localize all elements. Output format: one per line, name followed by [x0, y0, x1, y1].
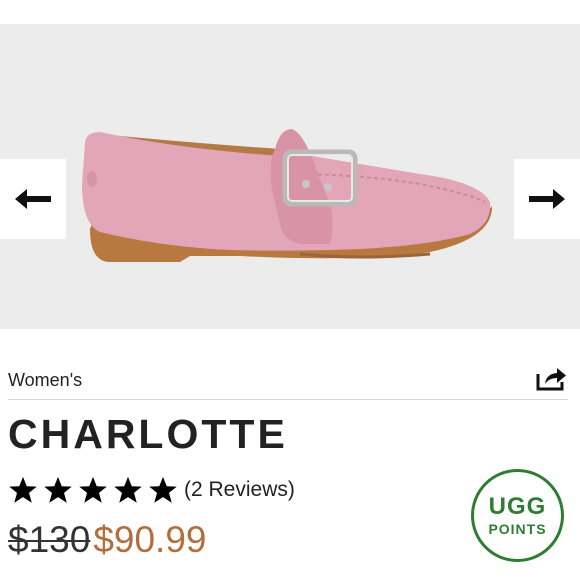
reviews-link[interactable]: (2 Reviews) [184, 478, 295, 502]
previous-image-button[interactable] [0, 159, 66, 239]
star-icon [44, 476, 72, 503]
arrow-right-icon [529, 189, 565, 209]
points-badge-line2: POINTS [488, 521, 547, 538]
arrow-left-icon [15, 189, 51, 209]
sale-price: $90.99 [93, 519, 207, 560]
points-badge-line1: UGG [488, 492, 547, 520]
share-icon [536, 368, 566, 391]
divider [8, 399, 568, 400]
star-icon [149, 476, 177, 503]
product-image-carousel[interactable] [0, 24, 580, 329]
share-button[interactable] [535, 364, 569, 392]
star-icon [9, 476, 37, 503]
product-image-loafer [82, 129, 492, 262]
rating-row: (2 Reviews) [8, 475, 295, 505]
price-row: $130 $90.99 [8, 519, 206, 561]
product-title: CHARLOTTE [8, 411, 288, 457]
product-category: Women's [8, 370, 83, 390]
bottom-cropped-text [0, 572, 580, 580]
star-icon [79, 476, 107, 503]
star-icon [114, 476, 142, 503]
top-cropped-text [0, 0, 580, 20]
ugg-points-badge[interactable]: UGG POINTS [471, 469, 564, 562]
next-image-button[interactable] [514, 159, 580, 239]
original-price: $130 [8, 519, 91, 560]
